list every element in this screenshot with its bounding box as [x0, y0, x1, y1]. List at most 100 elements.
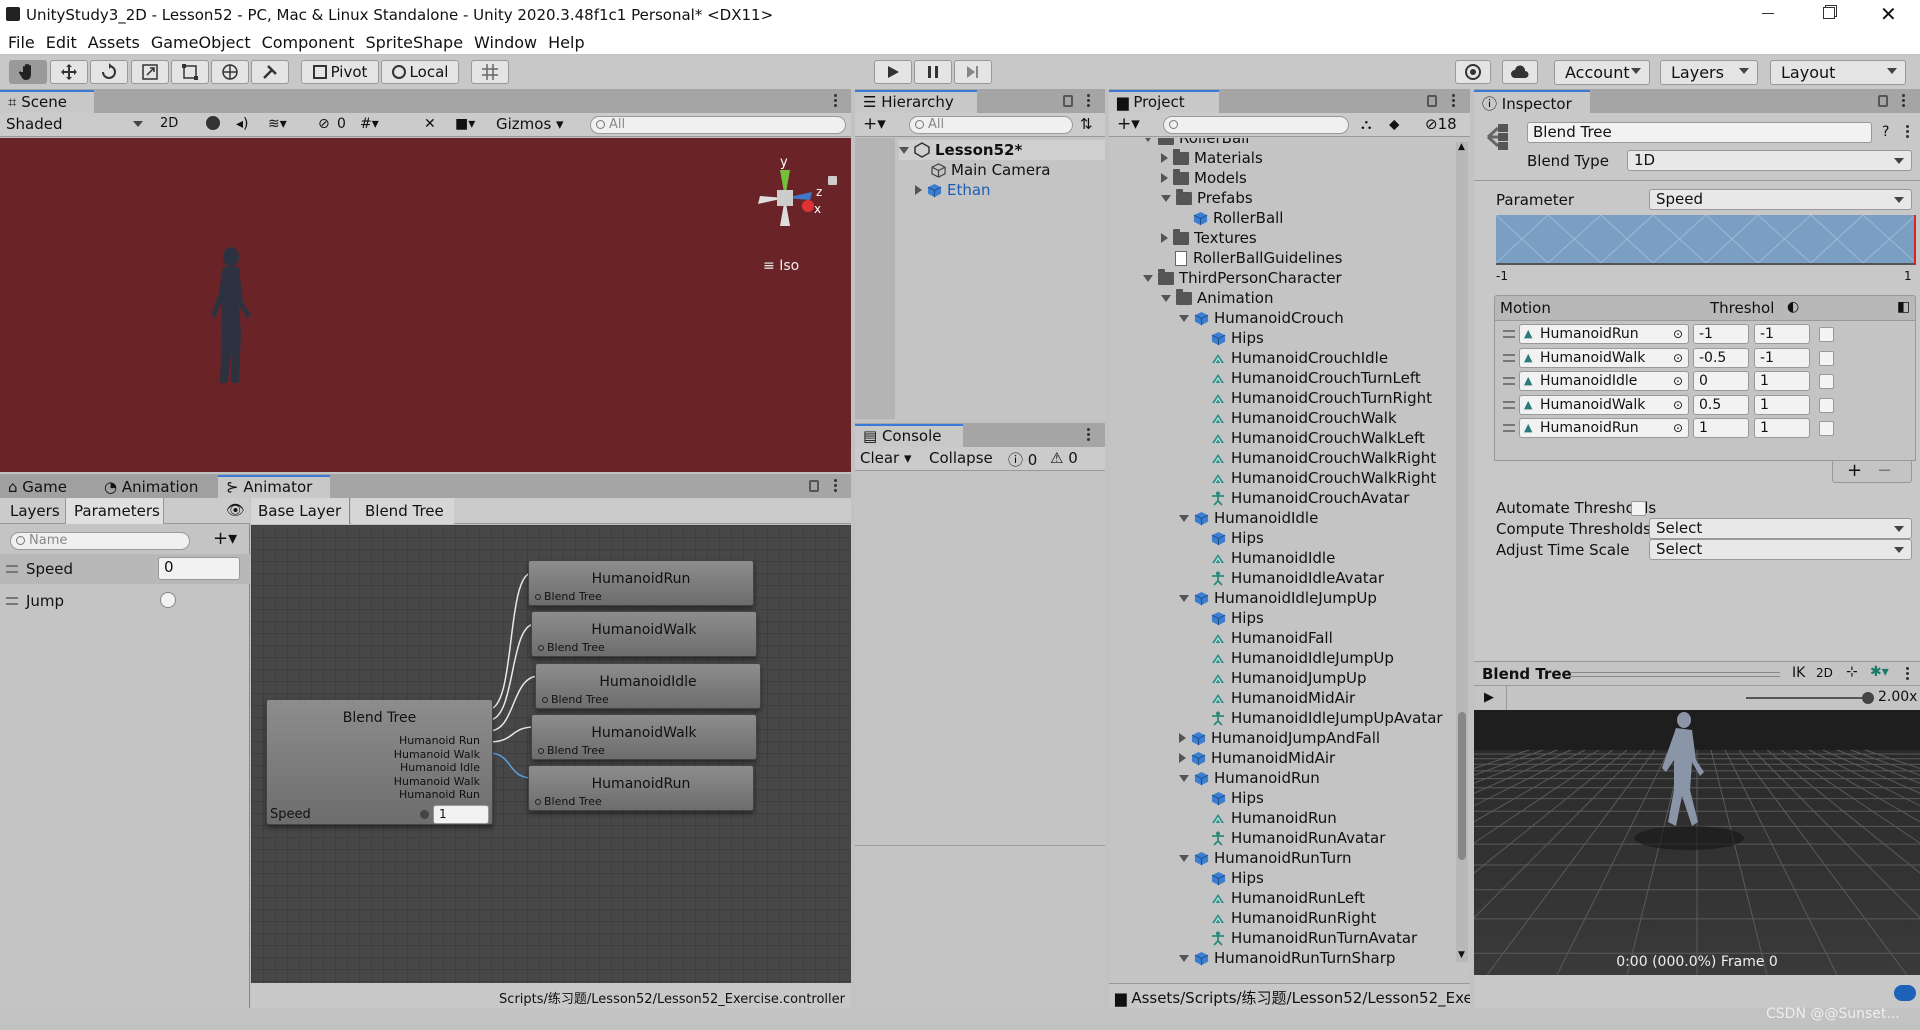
motion-row[interactable]: ▲ HumanoidWalk ⊙ -0.5 -1	[1495, 347, 1915, 370]
threshold-input[interactable]: 0	[1693, 371, 1749, 391]
preview-viewport[interactable]: 0:00 (000.0%) Frame 0	[1474, 710, 1920, 975]
threshold-input[interactable]: -1	[1693, 324, 1749, 344]
tab-game[interactable]: ⌂ Game	[0, 475, 96, 498]
drag-handle-icon[interactable]	[6, 597, 18, 605]
play-button[interactable]	[874, 60, 912, 84]
scene-gizmo[interactable]: y z x	[740, 156, 830, 246]
layers-dropdown[interactable]: Layers	[1660, 60, 1758, 85]
project-item[interactable]: Hips	[1211, 868, 1264, 888]
breadcrumb-base-layer[interactable]: Base Layer	[251, 498, 351, 524]
project-item[interactable]: Textures	[1161, 228, 1257, 248]
project-item[interactable]: HumanoidIdleJumpUp	[1179, 588, 1377, 608]
audio-icon[interactable]: ◂)	[236, 116, 249, 132]
project-item[interactable]: Hips	[1211, 528, 1264, 548]
pivot-toggle[interactable]: Pivot	[301, 60, 379, 84]
collapse-arrow-icon[interactable]	[1161, 233, 1168, 243]
object-picker-icon[interactable]: ⊙	[1673, 349, 1683, 367]
hidden-packages-toggle[interactable]: ⊘18	[1425, 115, 1457, 133]
grid-toggle-icon[interactable]: #▾	[360, 116, 379, 132]
restore-icon[interactable]	[1823, 7, 1835, 19]
automate-thresholds-checkbox[interactable]	[1631, 501, 1646, 516]
project-item[interactable]: HumanoidCrouchTurnLeft	[1211, 368, 1421, 388]
lock-icon[interactable]	[1427, 95, 1437, 107]
blend-tree-name-input[interactable]: Blend Tree	[1527, 122, 1872, 143]
project-item[interactable]: ThirdPersonCharacter	[1143, 268, 1342, 288]
drag-handle-icon[interactable]	[1503, 424, 1515, 432]
add-parameter-button[interactable]: +▾	[213, 528, 237, 549]
expand-arrow-icon[interactable]	[1143, 274, 1153, 282]
collapse-button[interactable]: Collapse	[929, 449, 993, 467]
project-item[interactable]: HumanoidCrouchAvatar	[1211, 488, 1409, 508]
project-item[interactable]: Materials	[1161, 148, 1263, 168]
child-node-walk[interactable]: HumanoidWalk Blend Tree	[531, 611, 757, 657]
compute-thresholds-dropdown[interactable]: Select	[1649, 518, 1912, 539]
menu-help[interactable]: Help	[548, 33, 584, 52]
slider-knob[interactable]	[420, 810, 429, 819]
animator-graph[interactable]: Blend Tree Humanoid Run Humanoid Walk Hu…	[251, 525, 851, 983]
object-picker-icon[interactable]: ⊙	[1673, 396, 1683, 414]
collapse-arrow-icon[interactable]	[1161, 153, 1168, 163]
time-scale-input[interactable]: 1	[1754, 371, 1810, 391]
more-menu-icon[interactable]	[1906, 125, 1910, 139]
scene-root[interactable]: Lesson52*	[899, 140, 1105, 160]
project-item[interactable]: HumanoidIdleJumpUp	[1211, 648, 1394, 668]
project-item[interactable]: HumanoidRunTurnSharp	[1179, 948, 1395, 968]
account-dropdown[interactable]: Account	[1554, 60, 1650, 85]
mirror-checkbox[interactable]	[1819, 350, 1834, 366]
lock-icon[interactable]	[1063, 95, 1073, 107]
collab-button[interactable]	[1455, 60, 1491, 84]
parameter-row-jump[interactable]: Jump	[0, 586, 250, 616]
lighting-icon[interactable]	[206, 116, 220, 130]
motion-clip-field[interactable]: ▲ HumanoidRun ⊙	[1519, 324, 1689, 344]
expand-arrow-icon[interactable]	[1179, 514, 1189, 522]
expand-arrow-icon[interactable]	[1179, 854, 1189, 862]
object-picker-icon[interactable]: ⊙	[1673, 325, 1683, 343]
tab-inspector[interactable]: ⓘ Inspector	[1474, 90, 1590, 113]
time-scale-input[interactable]: 1	[1754, 418, 1810, 438]
drag-handle-icon[interactable]	[1503, 353, 1515, 362]
project-item[interactable]: HumanoidIdle	[1179, 508, 1318, 528]
mirror-checkbox[interactable]	[1819, 327, 1834, 342]
motion-row[interactable]: ▲ HumanoidRun ⊙ -1 -1	[1495, 323, 1915, 346]
add-motion-button[interactable]: +	[1847, 460, 1862, 481]
avatar-select-icon[interactable]: ✱▾	[1870, 664, 1889, 680]
hand-tool-button[interactable]	[9, 60, 47, 84]
project-item[interactable]: RollerBall	[1143, 138, 1249, 148]
threshold-input[interactable]: -0.5	[1693, 347, 1749, 368]
tab-animator[interactable]: ⊱ Animator	[218, 475, 330, 498]
create-icon[interactable]: +▾	[1117, 114, 1140, 134]
warnings-toggle[interactable]: ⚠ 0	[1050, 449, 1078, 467]
tab-hierarchy[interactable]: ☰ Hierarchy	[855, 90, 977, 113]
lock-icon[interactable]	[1878, 95, 1888, 107]
more-menu-icon[interactable]	[1906, 667, 1910, 681]
project-item[interactable]: Models	[1161, 168, 1247, 188]
project-scrollbar[interactable]: ▲ ▼	[1456, 142, 1468, 962]
motion-clip-field[interactable]: ▲ HumanoidRun ⊙	[1519, 418, 1689, 438]
parameter-search-input[interactable]: Name	[10, 532, 190, 550]
project-item[interactable]: HumanoidIdleJumpUpAvatar	[1211, 708, 1443, 728]
collapse-arrow-icon[interactable]	[1179, 733, 1186, 743]
expand-arrow-icon[interactable]	[899, 146, 909, 154]
menu-component[interactable]: Component	[262, 33, 355, 52]
mirror-checkbox[interactable]	[1819, 421, 1834, 436]
project-item[interactable]: RollerBall	[1193, 208, 1283, 228]
expand-arrow-icon[interactable]	[1161, 294, 1171, 302]
more-menu-icon[interactable]	[1452, 94, 1456, 108]
child-node-idle[interactable]: HumanoidIdle Blend Tree	[535, 663, 761, 709]
errors-toggle[interactable]: ⓘ 0	[1008, 449, 1037, 470]
projection-label[interactable]: ≡ Iso	[763, 258, 799, 274]
project-item[interactable]: HumanoidJumpUp	[1211, 668, 1367, 688]
tab-project[interactable]: ▆ Project	[1109, 90, 1219, 113]
project-item[interactable]: HumanoidRunLeft	[1211, 888, 1365, 908]
project-item[interactable]: HumanoidRunTurn	[1179, 848, 1352, 868]
custom-tool-button[interactable]	[251, 60, 289, 84]
project-item[interactable]: HumanoidRunAvatar	[1211, 828, 1385, 848]
motion-row[interactable]: ▲ HumanoidIdle ⊙ 0 1	[1495, 370, 1915, 393]
mirror-checkbox[interactable]	[1819, 397, 1834, 413]
transform-tool-button[interactable]	[211, 60, 249, 84]
asset-bundle-icon[interactable]	[1894, 985, 1916, 1001]
project-item[interactable]: HumanoidCrouchTurnRight	[1211, 388, 1432, 408]
adjust-time-scale-dropdown[interactable]: Select	[1649, 539, 1912, 560]
mirror-checkbox[interactable]	[1819, 374, 1834, 389]
collapse-arrow-icon[interactable]	[1161, 173, 1168, 183]
